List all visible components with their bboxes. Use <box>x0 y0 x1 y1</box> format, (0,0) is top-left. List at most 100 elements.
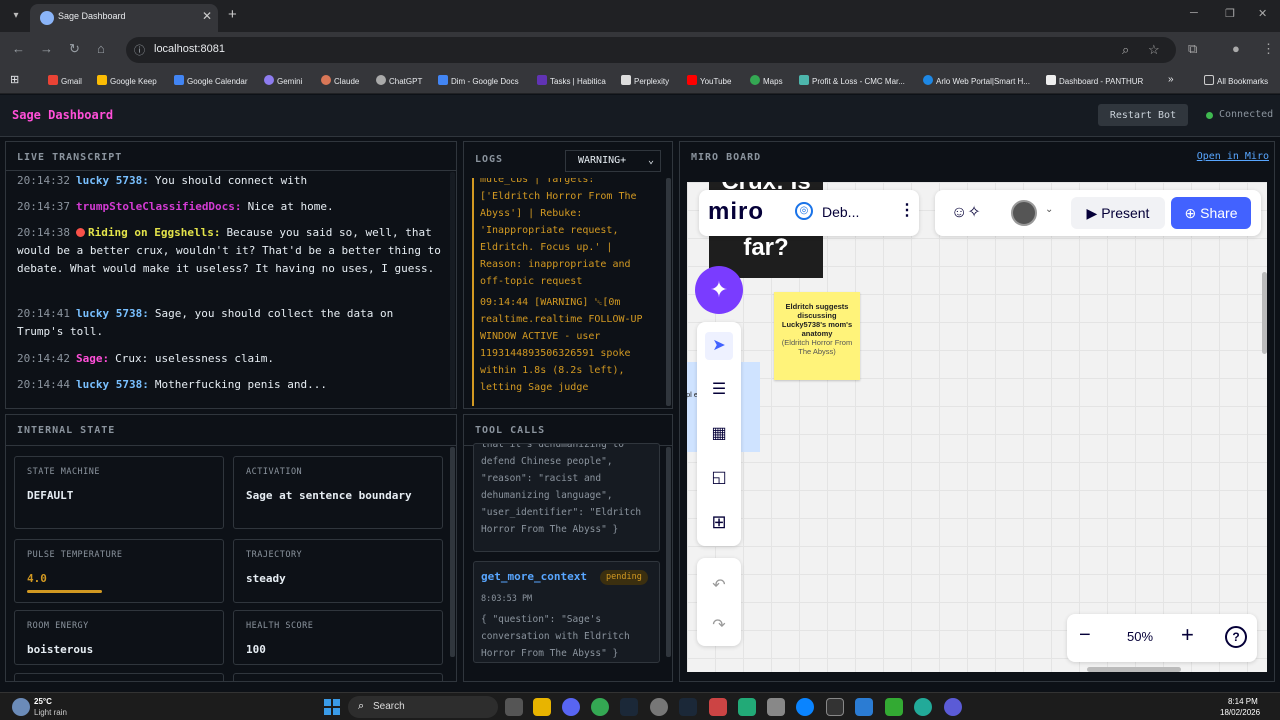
back-icon[interactable]: ← <box>12 41 25 56</box>
browser-tab[interactable]: Sage Dashboard ✕ <box>30 4 218 32</box>
new-tab-icon[interactable]: + <box>228 6 237 23</box>
ai-sparkle-icon[interactable]: ✦ <box>695 266 743 314</box>
reload-icon[interactable]: ↻ <box>69 41 80 57</box>
log-list[interactable]: mute_cbs | Targets: ['Eldritch Horror Fr… <box>472 178 662 406</box>
zoom-out-icon[interactable]: − <box>1079 624 1091 647</box>
bookmark-perplexity[interactable]: Perplexity <box>621 75 669 86</box>
app-icon[interactable] <box>944 698 962 716</box>
bookmark-habitica[interactable]: Tasks | Habitica <box>537 75 606 86</box>
page-title: Sage Dashboard <box>12 108 114 122</box>
profile-icon[interactable]: ● <box>1232 41 1240 56</box>
close-tab-icon[interactable]: ✕ <box>202 9 212 23</box>
select-tool-icon[interactable]: ➤ <box>705 332 733 360</box>
transcript-list[interactable]: 20:14:32 lucky 5738: You should connect wi… <box>6 172 446 408</box>
globe-icon: ⊕ <box>1184 204 1201 221</box>
steam-icon[interactable] <box>620 698 638 716</box>
file-explorer-icon[interactable] <box>533 698 551 716</box>
apps-icon[interactable]: ⊞ <box>10 73 19 86</box>
bookmark-docs[interactable]: Dim - Google Docs <box>438 75 519 86</box>
bookmark-calendar[interactable]: Google Calendar <box>174 75 247 86</box>
bookmark-maps[interactable]: Maps <box>750 75 783 86</box>
add-tool-icon[interactable]: ⊞ <box>705 508 733 536</box>
app-icon[interactable] <box>709 698 727 716</box>
start-icon[interactable] <box>324 699 340 715</box>
terminal-icon[interactable] <box>826 698 844 716</box>
app-icon[interactable] <box>885 698 903 716</box>
steam-icon[interactable] <box>679 698 697 716</box>
reactions-icon[interactable]: ☺✧ <box>951 202 981 222</box>
zoom-level[interactable]: 50% <box>1127 629 1153 644</box>
app-header: Sage Dashboard Restart Bot Connected <box>0 95 1280 137</box>
tool-calls-scrollbar[interactable] <box>666 447 671 657</box>
minimize-icon[interactable]: ─ <box>1190 7 1198 19</box>
notepad-icon[interactable] <box>855 698 873 716</box>
sticky-note-tool-icon[interactable]: ◱ <box>705 464 733 492</box>
bookmark-youtube[interactable]: YouTube <box>687 75 731 86</box>
weather-icon[interactable] <box>12 698 30 716</box>
help-icon[interactable]: ? <box>1225 626 1247 648</box>
miro-vertical-scrollbar[interactable] <box>1262 272 1267 354</box>
sticky-note[interactable]: Eldritch suggests discussing Lucky5738's… <box>774 292 860 380</box>
present-button[interactable]: ▶ Present <box>1071 197 1165 229</box>
avatar[interactable] <box>1011 200 1037 226</box>
weather-temp: 25°C <box>34 697 52 706</box>
bookmark-claude[interactable]: Claude <box>321 75 359 86</box>
restart-bot-button[interactable]: Restart Bot <box>1098 104 1188 126</box>
site-info-icon[interactable]: ⓘ <box>134 42 145 58</box>
task-view-icon[interactable] <box>505 698 523 716</box>
panel-title: INTERNAL STATE <box>17 425 116 436</box>
app-icon[interactable] <box>914 698 932 716</box>
share-button[interactable]: ⊕ Share <box>1171 197 1251 229</box>
redo-icon[interactable]: ↷ <box>705 612 733 640</box>
templates-tool-icon[interactable]: ☰ <box>705 376 733 404</box>
bookmark-chatgpt[interactable]: ChatGPT <box>376 75 422 86</box>
internal-state-scrollbar[interactable] <box>450 447 455 657</box>
log-level-select[interactable]: WARNING+ ⌄ <box>565 150 661 172</box>
log-entry: mute_cbs | Targets: ['Eldritch Horror Fr… <box>480 178 637 287</box>
bookmark-keep[interactable]: Google Keep <box>97 75 157 86</box>
app-icon[interactable] <box>650 698 668 716</box>
bookmark-star-icon[interactable]: ☆ <box>1148 42 1160 58</box>
chevron-down-icon[interactable]: ⌄ <box>1045 204 1053 215</box>
tool-call-card: that it's dehumanizing to defend Chinese… <box>473 443 660 552</box>
menu-icon[interactable]: ⋮ <box>1262 41 1275 57</box>
more-bookmarks-icon[interactable]: » <box>1168 74 1174 85</box>
miro-horizontal-scrollbar[interactable] <box>1087 667 1181 672</box>
taskbar-search[interactable]: ⌕ Search <box>348 696 498 718</box>
globe-icon: ◎ <box>795 202 813 220</box>
speaker-dot-icon <box>75 228 85 237</box>
zoom-in-icon[interactable]: + <box>1181 622 1194 648</box>
url-input[interactable]: ⓘ localhost:8081 ⌕ ☆ <box>126 37 1176 63</box>
transcript-scrollbar[interactable] <box>450 172 455 408</box>
chrome-icon[interactable] <box>591 698 609 716</box>
status-badge: pending <box>600 570 648 585</box>
app-icon[interactable] <box>767 698 785 716</box>
undo-icon[interactable]: ↶ <box>705 572 733 600</box>
extensions-icon[interactable]: ⧉ <box>1188 41 1197 57</box>
bookmark-panthur[interactable]: Dashboard - PANTHUR <box>1046 75 1143 86</box>
transcript-message: 20:14:38 Riding on Eggshells: Because you … <box>17 226 441 275</box>
tool-call-time: 8:03:53 PM <box>481 594 533 604</box>
app-icon[interactable] <box>738 698 756 716</box>
open-in-miro-link[interactable]: Open in Miro <box>1197 151 1269 162</box>
miro-canvas[interactable]: Crux: Is far? pl e so a Eldritch suggest… <box>687 182 1267 672</box>
bookmark-gmail[interactable]: Gmail <box>48 75 82 86</box>
logs-scrollbar[interactable] <box>666 178 671 406</box>
zoom-icon[interactable]: ⌕ <box>1122 42 1129 58</box>
more-options-icon[interactable]: ⋮ <box>899 200 915 220</box>
bookmark-gemini[interactable]: Gemini <box>264 75 302 86</box>
close-window-icon[interactable]: ✕ <box>1258 7 1267 20</box>
favicon-icon <box>40 11 54 25</box>
board-name[interactable]: Deb... <box>822 204 859 220</box>
all-bookmarks[interactable]: All Bookmarks <box>1204 75 1268 86</box>
home-icon[interactable]: ⌂ <box>97 41 105 56</box>
edge-icon[interactable] <box>796 698 814 716</box>
frame-tool-icon[interactable]: ▦ <box>705 420 733 448</box>
maximize-icon[interactable]: ❐ <box>1225 7 1235 20</box>
discord-icon[interactable] <box>562 698 580 716</box>
forward-icon[interactable]: → <box>40 41 53 56</box>
state-card: TRAJECTORY steady <box>233 539 443 603</box>
bookmark-arlo[interactable]: Arlo Web Portal|Smart H... <box>923 75 1030 86</box>
bookmark-cmc[interactable]: Profit & Loss - CMC Mar... <box>799 75 905 86</box>
tab-search-button[interactable]: ▾ <box>6 6 26 26</box>
